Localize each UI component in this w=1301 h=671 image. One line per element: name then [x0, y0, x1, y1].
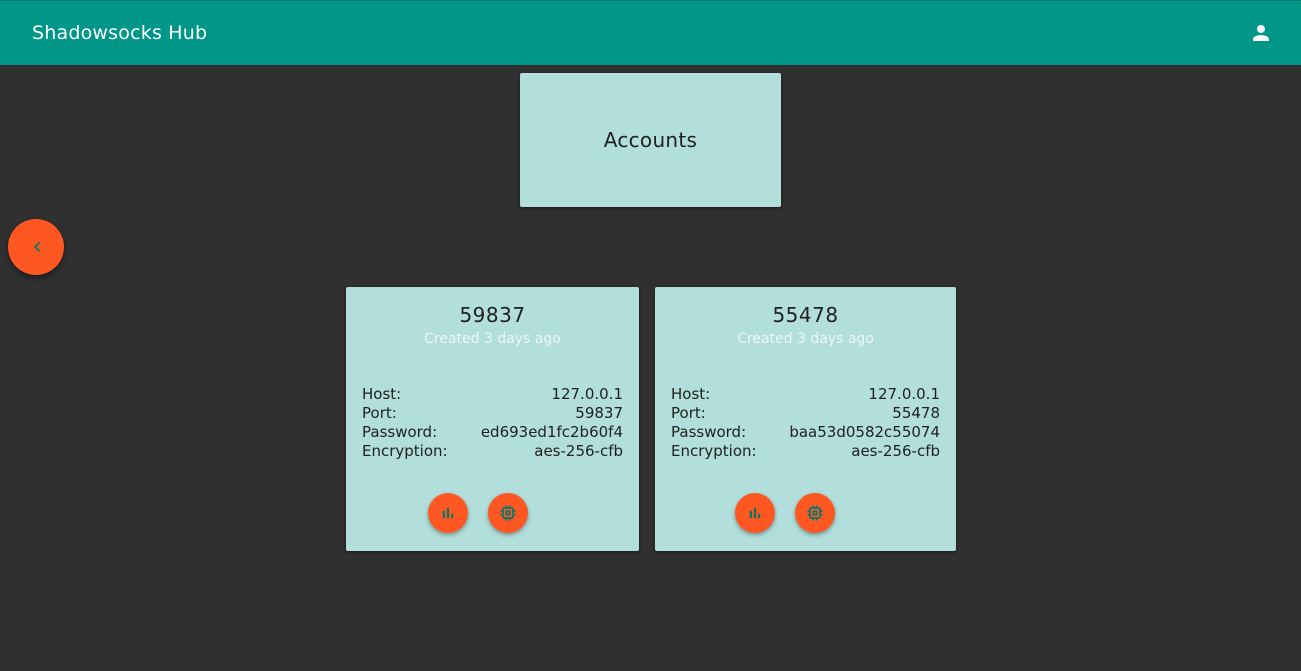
detail-label: Port:: [671, 404, 706, 422]
top-toolbar: Shadowsocks Hub: [0, 0, 1301, 65]
detail-value: baa53d0582c55074: [789, 423, 940, 441]
memory-chip-icon: [500, 505, 515, 521]
detail-value: 59837: [575, 404, 623, 422]
statistics-button[interactable]: [734, 493, 775, 533]
account-button[interactable]: [1241, 13, 1281, 53]
app-title: Shadowsocks Hub: [32, 22, 208, 44]
memory-button[interactable]: [794, 493, 835, 533]
account-card: 59837 Created 3 days ago Host: 127.0.0.1…: [346, 287, 639, 551]
detail-label: Encryption:: [362, 442, 448, 460]
detail-row-encryption: Encryption: aes-256-cfb: [362, 442, 623, 461]
detail-label: Host:: [671, 385, 711, 403]
card-actions: [316, 493, 639, 533]
accounts-header-card: Accounts: [520, 73, 781, 207]
detail-row-host: Host: 127.0.0.1: [671, 385, 940, 404]
detail-label: Password:: [671, 423, 747, 441]
bar-chart-icon: [442, 507, 453, 519]
detail-label: Host:: [362, 385, 402, 403]
detail-row-password: Password: baa53d0582c55074: [671, 423, 940, 442]
memory-button[interactable]: [487, 493, 528, 533]
person-icon: [1253, 25, 1269, 41]
detail-value: 127.0.0.1: [551, 385, 623, 403]
detail-value: aes-256-cfb: [851, 442, 940, 460]
account-details: Host: 127.0.0.1 Port: 59837 Password: ed…: [362, 385, 623, 461]
detail-label: Port:: [362, 404, 397, 422]
account-details: Host: 127.0.0.1 Port: 55478 Password: ba…: [671, 385, 940, 461]
detail-value: ed693ed1fc2b60f4: [480, 423, 623, 441]
detail-value: 55478: [892, 404, 940, 422]
account-title: 55478: [772, 303, 839, 327]
detail-row-port: Port: 59837: [362, 404, 623, 423]
chevron-left-icon: [34, 241, 41, 252]
statistics-button[interactable]: [427, 493, 468, 533]
bar-chart-icon: [749, 507, 760, 519]
back-button[interactable]: [8, 219, 64, 275]
detail-label: Encryption:: [671, 442, 757, 460]
detail-label: Password:: [362, 423, 438, 441]
detail-row-password: Password: ed693ed1fc2b60f4: [362, 423, 623, 442]
detail-value: aes-256-cfb: [534, 442, 623, 460]
detail-row-host: Host: 127.0.0.1: [362, 385, 623, 404]
account-card: 55478 Created 3 days ago Host: 127.0.0.1…: [655, 287, 956, 551]
detail-row-encryption: Encryption: aes-256-cfb: [671, 442, 940, 461]
detail-value: 127.0.0.1: [868, 385, 940, 403]
account-created: Created 3 days ago: [737, 331, 874, 347]
account-title: 59837: [459, 303, 526, 327]
memory-chip-icon: [807, 505, 822, 521]
card-actions: [613, 493, 956, 533]
account-created: Created 3 days ago: [424, 331, 561, 347]
page-title: Accounts: [603, 128, 698, 152]
detail-row-port: Port: 55478: [671, 404, 940, 423]
